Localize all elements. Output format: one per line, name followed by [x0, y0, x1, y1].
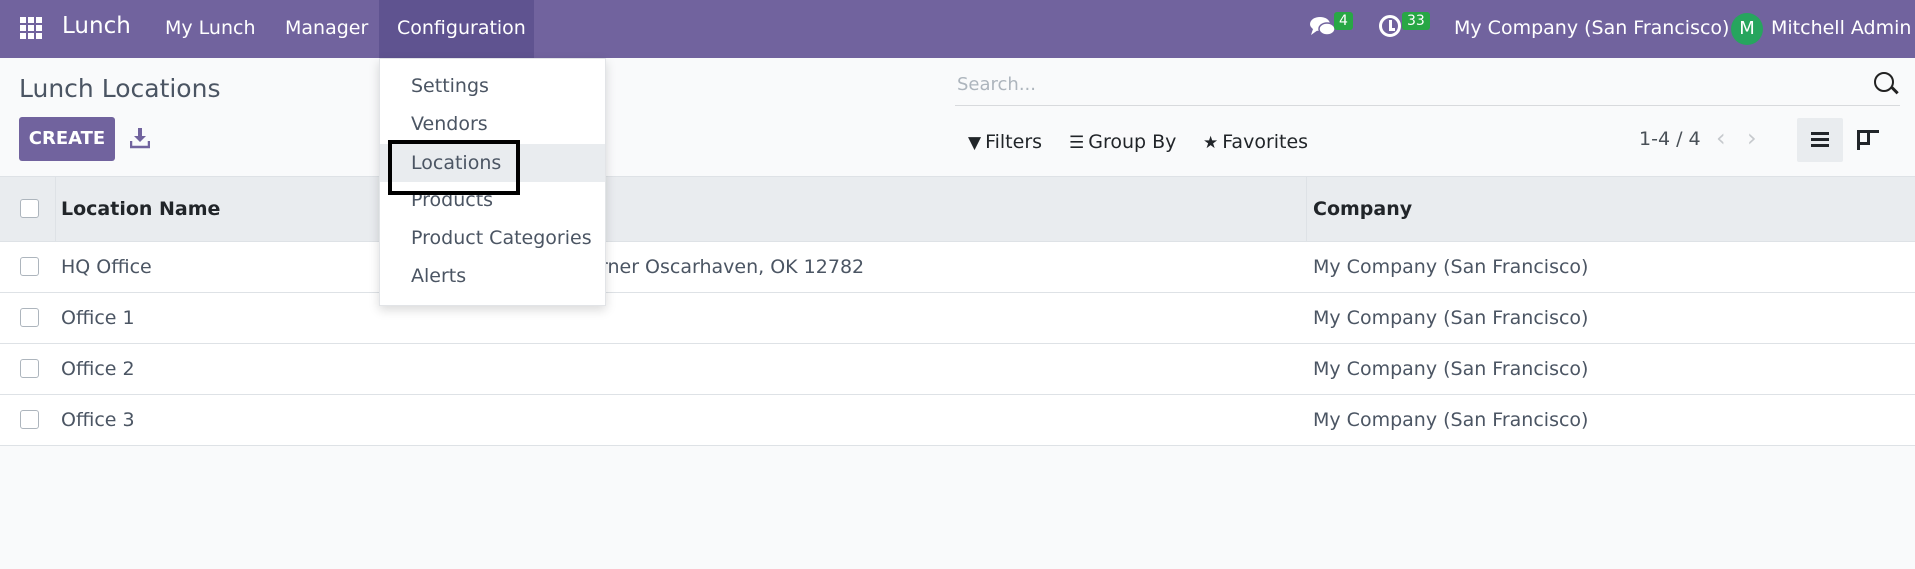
avatar[interactable]: M — [1731, 13, 1763, 45]
cell-company: My Company (San Francisco) — [1313, 409, 1589, 431]
cell-address: rner Oscarhaven, OK 12782 — [600, 256, 865, 278]
create-button[interactable]: CREATE — [19, 117, 115, 161]
activity-clock-icon[interactable] — [1379, 15, 1401, 37]
column-location-name[interactable]: Location Name — [61, 198, 220, 220]
favorites-label: Favorites — [1222, 131, 1309, 153]
star-icon: ★ — [1203, 133, 1219, 153]
layers-icon: ☰ — [1069, 133, 1085, 153]
activities-badge: 33 — [1402, 12, 1430, 30]
chevron-left-icon[interactable]: ‹ — [1716, 124, 1726, 152]
cell-company: My Company (San Francisco) — [1313, 256, 1589, 278]
column-divider — [1306, 177, 1307, 243]
row-checkbox[interactable] — [20, 359, 39, 378]
locations-table: Location Name Company HQ Office rner Osc… — [0, 176, 1915, 446]
pager-value[interactable]: 1-4 / 4 — [1639, 128, 1701, 150]
table-row[interactable]: Office 1 My Company (San Francisco) — [0, 293, 1915, 344]
menu-item-vendors[interactable]: Vendors — [380, 105, 605, 143]
cell-location-name: Office 1 — [61, 307, 135, 329]
funnel-icon: ▼ — [968, 133, 982, 153]
row-checkbox[interactable] — [20, 257, 39, 276]
table-row[interactable]: Office 3 My Company (San Francisco) — [0, 395, 1915, 446]
apps-menu-icon[interactable] — [20, 17, 42, 39]
menu-my-lunch[interactable]: My Lunch — [165, 17, 256, 39]
menu-item-settings[interactable]: Settings — [380, 67, 605, 105]
cell-location-name: Office 2 — [61, 358, 135, 380]
chat-bubbles-icon — [1310, 17, 1336, 36]
search-bar[interactable]: Search... — [955, 70, 1900, 106]
list-view-icon-line — [1811, 138, 1829, 141]
chevron-right-icon[interactable]: › — [1747, 124, 1757, 152]
cell-location-name: HQ Office — [61, 256, 152, 278]
group-by-label: Group By — [1088, 131, 1177, 153]
cell-location-name: Office 3 — [61, 409, 135, 431]
company-switcher[interactable]: My Company (San Francisco) — [1454, 17, 1729, 39]
cell-company: My Company (San Francisco) — [1313, 358, 1589, 380]
cell-company: My Company (San Francisco) — [1313, 307, 1589, 329]
user-menu[interactable]: Mitchell Admin — [1771, 17, 1911, 39]
list-view-icon — [1811, 132, 1829, 135]
list-view-button[interactable] — [1797, 118, 1843, 162]
table-header: Location Name Company — [0, 176, 1915, 243]
menu-item-product-categories[interactable]: Product Categories — [380, 219, 605, 257]
select-all-checkbox[interactable] — [20, 199, 39, 218]
search-icon[interactable] — [1874, 72, 1894, 92]
column-company[interactable]: Company — [1313, 198, 1412, 220]
favorites-button[interactable]: ★ Favorites — [1203, 131, 1308, 153]
kanban-icon-bar — [1857, 142, 1870, 145]
chat-icon[interactable] — [1310, 16, 1336, 44]
menu-manager[interactable]: Manager — [285, 17, 368, 39]
menu-configuration[interactable]: Configuration — [397, 17, 526, 39]
group-by-button[interactable]: ☰ Group By — [1069, 131, 1176, 153]
row-checkbox[interactable] — [20, 308, 39, 327]
kanban-view-icon[interactable] — [1857, 130, 1879, 150]
list-view-icon-line — [1811, 144, 1829, 147]
locations-highlight-box — [388, 140, 520, 195]
main-navbar: Lunch My Lunch Manager Configuration 4 3… — [0, 0, 1915, 58]
kanban-icon-bar — [1857, 130, 1860, 150]
download-icon[interactable] — [130, 127, 150, 149]
filters-button[interactable]: ▼ Filters — [968, 131, 1042, 153]
filters-label: Filters — [985, 131, 1043, 153]
page-title: Lunch Locations — [19, 74, 221, 103]
column-divider — [55, 177, 56, 243]
row-checkbox[interactable] — [20, 410, 39, 429]
table-row[interactable]: Office 2 My Company (San Francisco) — [0, 344, 1915, 395]
menu-item-alerts[interactable]: Alerts — [380, 257, 605, 295]
messages-badge: 4 — [1334, 12, 1353, 30]
search-input[interactable]: Search... — [957, 74, 1036, 95]
table-row[interactable]: HQ Office rner Oscarhaven, OK 12782 My C… — [0, 242, 1915, 293]
app-name[interactable]: Lunch — [62, 13, 131, 39]
